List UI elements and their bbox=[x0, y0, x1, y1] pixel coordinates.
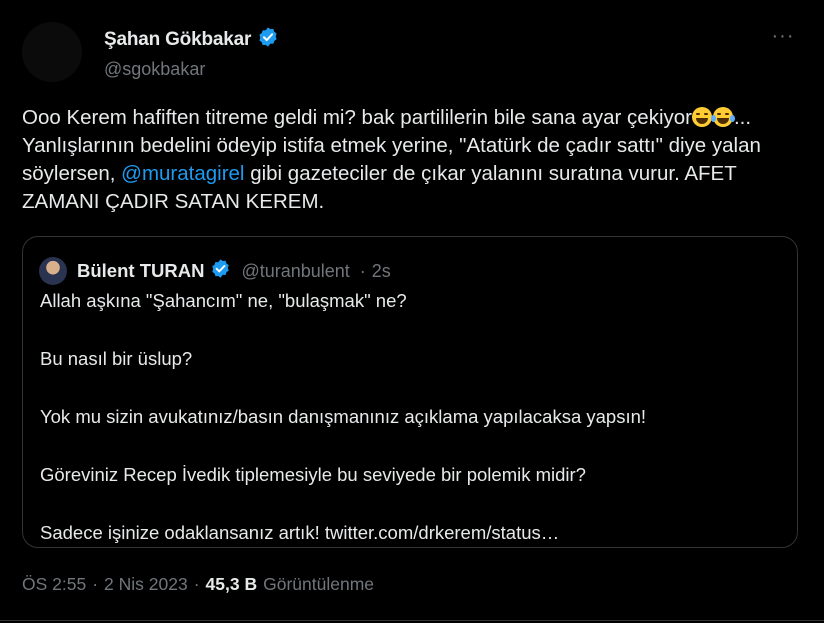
author-name[interactable]: Şahan Gökbakar bbox=[104, 29, 251, 51]
verified-badge-icon bbox=[210, 258, 231, 284]
views-count: 45,3 B bbox=[205, 574, 258, 594]
meta-separator: · bbox=[92, 574, 99, 594]
tweet-meta: ÖS 2:55 · 2 Nis 2023 · 45,3 B Görüntülen… bbox=[22, 574, 374, 595]
quoted-author-handle[interactable]: @turanbulent bbox=[241, 261, 349, 282]
tweet-time[interactable]: ÖS 2:55 bbox=[22, 574, 86, 595]
views-label: Görüntülenme bbox=[263, 574, 375, 594]
quoted-time-separator: · bbox=[359, 260, 366, 281]
meta-separator: · bbox=[193, 574, 200, 594]
quoted-author-name[interactable]: Bülent TURAN bbox=[77, 260, 204, 282]
quoted-tweet-body: Allah aşkına "Şahancım" ne, "bulaşmak" n… bbox=[40, 289, 780, 579]
tweet-text-part1: Ooo Kerem hafiften titreme geldi mi? bak… bbox=[22, 106, 692, 129]
author-block: Şahan Gökbakar @sgokbakar bbox=[104, 26, 279, 80]
quoted-line: Allah aşkına "Şahancım" ne, "bulaşmak" n… bbox=[40, 290, 407, 311]
author-avatar[interactable] bbox=[22, 22, 82, 82]
quoted-author-avatar[interactable] bbox=[39, 257, 67, 285]
mention-link[interactable]: @muratagirel bbox=[121, 162, 244, 185]
quoted-tweet-header: Bülent TURAN @turanbulent · 2s bbox=[39, 257, 391, 285]
author-name-row: Şahan Gökbakar bbox=[104, 26, 279, 53]
divider bbox=[0, 620, 824, 621]
tweet-date[interactable]: 2 Nis 2023 bbox=[104, 574, 188, 595]
more-options-icon[interactable]: ··· bbox=[768, 24, 798, 48]
author-handle[interactable]: @sgokbakar bbox=[104, 59, 279, 80]
quoted-line: Göreviniz Recep İvedik tiplemesiyle bu s… bbox=[40, 464, 586, 485]
face-with-tears-of-joy-emoji bbox=[710, 107, 735, 127]
verified-badge-icon bbox=[257, 26, 279, 53]
quoted-line: Yok mu sizin avukatınız/basın danışmanın… bbox=[40, 406, 647, 427]
quoted-line: Sadece işinize odaklansanız artık! twitt… bbox=[40, 522, 560, 543]
quoted-time[interactable]: 2s bbox=[372, 261, 391, 282]
quoted-tweet[interactable]: Bülent TURAN @turanbulent · 2s Allah aşk… bbox=[22, 236, 798, 548]
quoted-line: Bu nasıl bir üslup? bbox=[40, 348, 193, 369]
grinning-face-emoji bbox=[691, 107, 712, 127]
tweet-text: Ooo Kerem hafiften titreme geldi mi? bak… bbox=[22, 104, 804, 216]
